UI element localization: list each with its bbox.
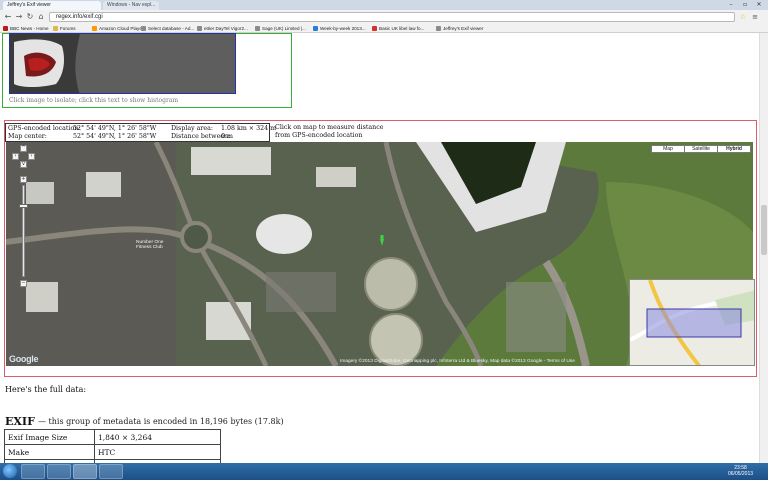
map-info-table: GPS-encoded location: 52° 54' 49"N, 1° 2… <box>5 123 276 142</box>
zoom-out-icon[interactable]: − <box>20 280 27 287</box>
scrollbar-thumb[interactable] <box>761 205 767 255</box>
chrome-taskbar-icon[interactable] <box>73 464 97 479</box>
address-bar[interactable] <box>49 12 735 22</box>
gps-location-label: GPS-encoded location: <box>8 125 81 132</box>
bbc-icon <box>3 26 8 31</box>
place-label[interactable]: Number One Fitness Club <box>136 240 176 250</box>
forward-icon[interactable]: → <box>14 12 24 22</box>
map-type-satellite[interactable]: Satellite <box>684 145 718 153</box>
bookmark-item[interactable]: Sage (UK) Limited |... <box>255 24 306 33</box>
page-icon <box>197 26 202 31</box>
bookmark-label: Week-by-week 2013... <box>320 26 366 31</box>
bookmark-label: Basic UK libel law fo... <box>379 26 425 31</box>
map-instruction-line1: Click on map to measure distance <box>275 124 384 131</box>
pan-left-icon[interactable]: ‹ <box>12 153 19 160</box>
close-icon[interactable]: ✕ <box>752 1 766 9</box>
start-button[interactable] <box>3 464 17 478</box>
red-circle-icon <box>372 26 377 31</box>
folder-icon <box>53 26 58 31</box>
bookmark-item[interactable]: Amazon Cloud Player <box>92 24 143 33</box>
tab-exif-viewer[interactable]: Jeffrey's Exif viewer <box>3 1 101 10</box>
distance-value: 0 m <box>221 133 233 140</box>
thumbnail-caption[interactable]: Click image to isolate; click this text … <box>9 97 178 104</box>
bookmark-item[interactable]: BBC News - Home <box>3 24 49 33</box>
google-logo: Google <box>9 354 39 364</box>
zoom-slider-track[interactable] <box>22 185 25 277</box>
ie-taskbar-icon[interactable] <box>21 464 45 479</box>
page-icon <box>255 26 260 31</box>
star-icon[interactable]: ☆ <box>738 12 748 22</box>
zoom-in-icon[interactable]: + <box>20 176 27 183</box>
photo-thumbnail[interactable] <box>9 33 236 94</box>
clock-date: 06/05/2013 <box>728 471 754 477</box>
map-type-hybrid[interactable]: Hybrid <box>717 145 751 153</box>
amazon-icon <box>92 26 97 31</box>
bookmark-item[interactable]: Week-by-week 2013... <box>313 24 366 33</box>
display-area-value: 1.08 km × 324 m <box>221 125 277 132</box>
bookmark-label: Sage (UK) Limited |... <box>262 26 306 31</box>
pan-up-icon[interactable]: ^ <box>20 145 27 152</box>
menu-icon[interactable]: ≡ <box>750 12 760 22</box>
table-row: Exif Image Size 1,840 × 3,264 <box>4 429 221 445</box>
bookmark-label: BBC News - Home <box>10 26 49 31</box>
globe-icon <box>313 26 318 31</box>
exif-key: Exif Image Size <box>4 429 95 445</box>
display-area-label: Display area: <box>171 125 214 132</box>
bookmark-item[interactable]: Basic UK libel law fo... <box>372 24 424 33</box>
address-url: regex.info/exif.cgi <box>56 14 103 20</box>
app-taskbar-icon[interactable] <box>99 464 123 479</box>
maximize-icon[interactable]: ▫ <box>738 1 752 9</box>
map-instruction-line2: from GPS-encoded location <box>275 132 363 139</box>
exif-value: HTC <box>94 444 221 460</box>
exif-value: 1,840 × 3,264 <box>94 429 221 445</box>
taskbar-clock[interactable]: 23:58 06/05/2013 <box>728 465 753 477</box>
explorer-taskbar-icon[interactable] <box>47 464 71 479</box>
zoom-slider-handle[interactable] <box>19 204 28 208</box>
tab-windows-explorer[interactable]: Windows - Nav expl... <box>103 1 159 10</box>
page-icon <box>436 26 441 31</box>
pan-right-icon[interactable]: › <box>28 153 35 160</box>
bookmark-label: Amazon Cloud Player <box>99 26 144 31</box>
tab-label: Windows - Nav expl... <box>107 2 156 8</box>
bookmark-item[interactable]: Forums <box>53 24 76 33</box>
tab-label: Jeffrey's Exif viewer <box>7 2 51 8</box>
bookmark-label: Select database - Ad... <box>148 26 195 31</box>
car-tail-image <box>10 34 235 93</box>
full-data-intro: Here's the full data: <box>5 385 87 394</box>
overview-map[interactable] <box>629 279 755 366</box>
bookmark-label: Forums <box>60 26 76 31</box>
home-icon[interactable]: ⌂ <box>36 12 46 22</box>
minimize-icon[interactable]: – <box>724 1 738 9</box>
overview-map-drawing <box>630 280 754 365</box>
map-center-label: Map center: <box>8 133 47 140</box>
reload-icon[interactable]: ↻ <box>25 12 35 22</box>
page-icon <box>141 26 146 31</box>
back-icon[interactable]: ← <box>3 12 13 22</box>
gps-location-value: 52° 54' 49"N, 1° 26' 58"W <box>73 125 157 132</box>
table-row: Make HTC <box>4 444 221 460</box>
bookmark-item[interactable]: Jeffrey's Exif viewer <box>436 24 483 33</box>
pan-down-icon[interactable]: v <box>20 161 27 168</box>
exif-size-note: — this group of metadata is encoded in 1… <box>38 417 284 426</box>
map-type-map[interactable]: Map <box>651 145 685 153</box>
bookmark-label: Jeffrey's Exif viewer <box>443 26 484 31</box>
map-center-value: 52° 54' 49"N, 1° 26' 58"W <box>73 133 157 140</box>
exif-heading: EXIF <box>5 415 35 428</box>
bookmark-item[interactable]: Select database - Ad... <box>141 24 194 33</box>
exif-key: Make <box>4 444 95 460</box>
bookmark-label: ettier DayTel Vigor2... <box>204 26 248 31</box>
bookmark-item[interactable]: ettier DayTel Vigor2... <box>197 24 248 33</box>
map-attribution[interactable]: Imagery ©2013 DigitalGlobe, Getmapping p… <box>340 359 575 364</box>
